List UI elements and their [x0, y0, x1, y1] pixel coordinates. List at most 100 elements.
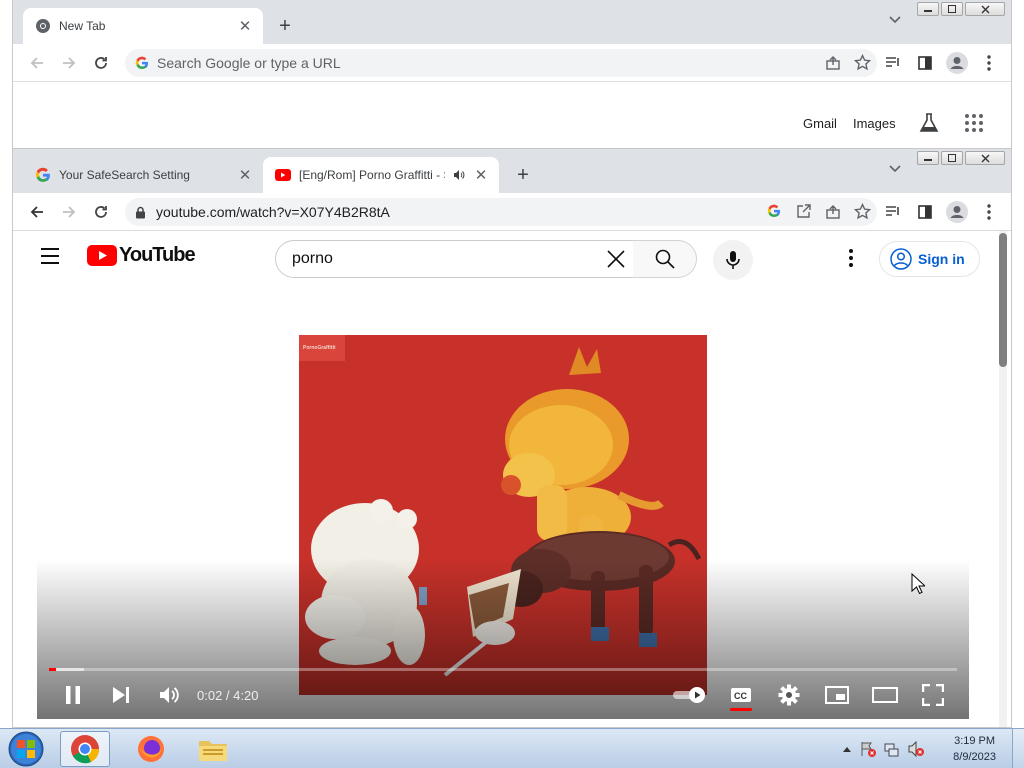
forward-arrow-icon[interactable] [57, 51, 81, 75]
hamburger-menu-icon[interactable] [39, 247, 61, 265]
close-icon[interactable]: ✕ [237, 18, 253, 35]
next-button[interactable] [97, 671, 145, 719]
star-icon[interactable] [854, 54, 871, 71]
youtube-favicon-icon [275, 169, 291, 181]
search-input[interactable]: porno [275, 240, 635, 278]
share-icon[interactable] [825, 55, 841, 71]
theater-mode-button[interactable] [861, 671, 909, 719]
folder-icon [199, 741, 227, 761]
autoplay-toggle-icon [673, 687, 705, 703]
back-arrow-icon[interactable] [25, 51, 49, 75]
chevron-down-icon[interactable] [889, 16, 901, 24]
video-pause-overlay [299, 335, 707, 695]
apps-grid-icon[interactable] [964, 113, 984, 133]
omnibox[interactable]: Search Google or type a URL [125, 49, 877, 77]
desktop-background [0, 0, 12, 728]
mute-button[interactable] [145, 671, 193, 719]
close-window-button[interactable] [965, 151, 1005, 165]
youtube-page: YouTube porno Sign in PornoGraffitti 0:0… [13, 231, 1011, 727]
minimize-button[interactable] [917, 151, 939, 165]
mouse-cursor-icon [911, 573, 925, 595]
menu-dots-icon[interactable] [977, 51, 1001, 75]
toolbar: Search Google or type a URL [13, 44, 1011, 82]
taskbar: 3:19 PM 8/9/2023 [0, 728, 1024, 768]
speaker-icon[interactable] [453, 170, 465, 180]
images-link[interactable]: Images [853, 116, 896, 131]
system-tray [842, 741, 924, 757]
tab-youtube-video[interactable]: [Eng/Rom] Porno Graffitti - S ✕ [263, 157, 499, 193]
side-panel-icon[interactable] [913, 200, 937, 224]
new-tab-button[interactable]: + [273, 14, 297, 38]
windows-start-icon [8, 731, 44, 767]
start-button[interactable] [6, 730, 46, 768]
toolbar-actions [881, 51, 1001, 75]
microphone-icon [726, 251, 740, 269]
google-g-icon [35, 167, 50, 182]
show-desktop-button[interactable] [1012, 729, 1024, 768]
lock-icon[interactable] [135, 206, 146, 219]
page-scrollbar[interactable] [999, 231, 1007, 727]
reload-icon[interactable] [89, 200, 113, 224]
chevron-down-icon[interactable] [889, 165, 901, 173]
system-clock[interactable]: 3:19 PM 8/9/2023 [953, 733, 996, 765]
youtube-logo-text: YouTube [119, 244, 196, 266]
share-icon[interactable] [825, 204, 841, 220]
miniplayer-button[interactable] [813, 671, 861, 719]
tab-safesearch[interactable]: Your SafeSearch Setting ✕ [23, 157, 263, 193]
url-text: youtube.com/watch?v=X07Y4B2R8tA [156, 204, 390, 220]
reload-icon[interactable] [89, 51, 113, 75]
omnibox[interactable]: youtube.com/watch?v=X07Y4B2R8tA [125, 198, 877, 226]
google-lens-icon[interactable] [767, 204, 781, 218]
side-panel-icon[interactable] [913, 51, 937, 75]
clock-time: 3:19 PM [954, 735, 996, 747]
close-window-button[interactable] [965, 2, 1005, 16]
open-in-app-icon[interactable] [796, 204, 811, 219]
close-icon[interactable]: ✕ [237, 167, 253, 184]
menu-dots-icon[interactable] [977, 200, 1001, 224]
account-icon [890, 248, 912, 270]
close-icon[interactable]: ✕ [473, 167, 489, 184]
captions-icon: CC [731, 688, 751, 702]
fullscreen-button[interactable] [909, 671, 957, 719]
profile-icon[interactable] [945, 200, 969, 224]
maximize-button[interactable] [941, 2, 963, 16]
gmail-link[interactable]: Gmail [803, 116, 837, 131]
ntp-header-links: Gmail Images [803, 112, 984, 134]
video-player[interactable]: PornoGraffitti 0:02 / 4:20 CC [37, 319, 969, 719]
more-options-icon[interactable] [849, 249, 853, 267]
youtube-logo[interactable]: YouTube [87, 244, 196, 267]
chrome-icon [71, 735, 100, 764]
minimize-button[interactable] [917, 2, 939, 16]
taskbar-chrome[interactable] [60, 731, 110, 767]
clear-search-icon[interactable] [604, 247, 628, 271]
volume-muted-icon[interactable] [908, 741, 924, 757]
autoplay-toggle[interactable] [661, 671, 717, 719]
gear-icon [778, 684, 800, 706]
maximize-button[interactable] [941, 151, 963, 165]
tab-new-tab[interactable]: New Tab ✕ [23, 8, 263, 44]
taskbar-explorer[interactable] [188, 731, 238, 767]
labs-flask-icon[interactable] [918, 112, 940, 134]
profile-icon[interactable] [945, 51, 969, 75]
taskbar-firefox[interactable] [126, 731, 176, 767]
back-arrow-icon[interactable] [25, 200, 49, 224]
voice-search-button[interactable] [713, 240, 753, 280]
action-center-flag-icon[interactable] [860, 741, 876, 757]
toolbar-actions [881, 200, 1001, 224]
search-button[interactable] [633, 240, 697, 278]
window-controls [917, 2, 1005, 16]
tray-expand-icon[interactable] [842, 745, 852, 753]
settings-button[interactable] [765, 671, 813, 719]
sign-in-button[interactable]: Sign in [879, 241, 980, 277]
new-tab-button[interactable]: + [511, 163, 535, 187]
media-control-icon[interactable] [881, 200, 905, 224]
tab-strip: New Tab ✕ + [13, 0, 1011, 44]
media-control-icon[interactable] [881, 51, 905, 75]
captions-button[interactable]: CC [717, 671, 765, 719]
network-icon[interactable] [884, 741, 900, 757]
pause-button[interactable] [49, 671, 97, 719]
star-icon[interactable] [854, 203, 871, 220]
scrollbar-thumb[interactable] [999, 233, 1007, 367]
forward-arrow-icon[interactable] [57, 200, 81, 224]
search-icon [655, 249, 675, 269]
